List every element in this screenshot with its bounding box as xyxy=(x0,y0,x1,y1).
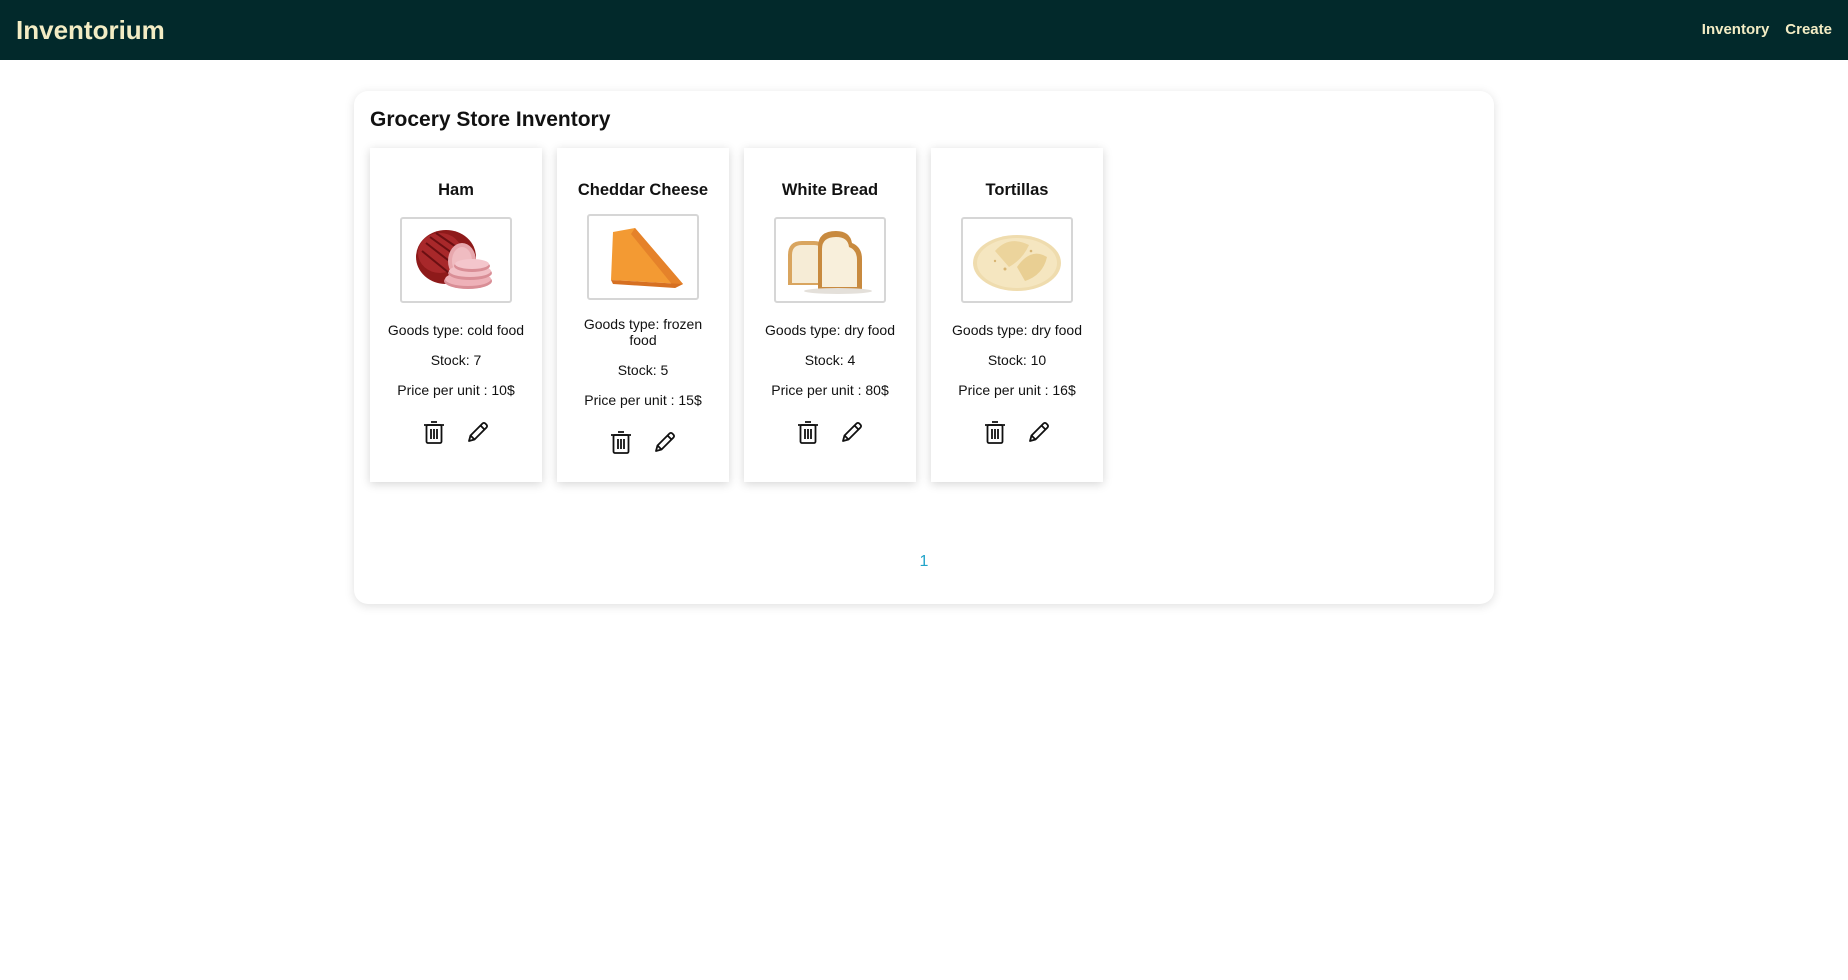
product-image-white-bread xyxy=(774,217,886,303)
inventory-panel: Grocery Store Inventory Ham Goods type: … xyxy=(354,91,1494,604)
pencil-icon[interactable] xyxy=(1026,419,1052,445)
product-image-cheddar-cheese xyxy=(587,214,699,300)
unit-price: Price per unit : 10$ xyxy=(397,382,515,398)
goods-type: Goods type: cold food xyxy=(387,322,525,338)
stock-count: Stock: 4 xyxy=(804,352,856,368)
stock-count: Stock: 7 xyxy=(430,352,482,368)
card-actions xyxy=(982,419,1052,445)
product-name: Cheddar Cheese xyxy=(577,181,709,199)
product-card-white-bread: White Bread Goods type: dry food Stock: … xyxy=(744,148,916,482)
card-actions xyxy=(608,429,678,455)
nav-link-inventory[interactable]: Inventory xyxy=(1702,21,1770,38)
product-card-ham: Ham Goods type: cold food Stock: 7 Price… xyxy=(370,148,542,482)
page-link-1[interactable]: 1 xyxy=(920,553,929,570)
unit-price: Price per unit : 16$ xyxy=(958,382,1076,398)
trash-icon[interactable] xyxy=(608,429,634,455)
card-actions xyxy=(795,419,865,445)
goods-type: Goods type: dry food xyxy=(765,322,895,338)
product-card-tortillas: Tortillas Goods type: dry food Stock: 10… xyxy=(931,148,1103,482)
trash-icon[interactable] xyxy=(421,419,447,445)
pencil-icon[interactable] xyxy=(465,419,491,445)
pencil-icon[interactable] xyxy=(652,429,678,455)
trash-icon[interactable] xyxy=(982,419,1008,445)
pencil-icon[interactable] xyxy=(839,419,865,445)
nav-links: Inventory Create xyxy=(1702,21,1832,38)
pagination: 1 xyxy=(354,553,1494,571)
page-title: Grocery Store Inventory xyxy=(370,108,611,131)
product-name: Ham xyxy=(438,181,474,199)
stock-count: Stock: 5 xyxy=(617,362,669,378)
unit-price: Price per unit : 80$ xyxy=(771,382,889,398)
unit-price: Price per unit : 15$ xyxy=(584,392,702,408)
top-navbar: Inventorium Inventory Create xyxy=(0,0,1848,60)
product-image-ham xyxy=(400,217,512,303)
nav-link-create[interactable]: Create xyxy=(1785,21,1832,38)
product-image-tortillas xyxy=(961,217,1073,303)
goods-type: Goods type: frozen food xyxy=(583,316,703,348)
goods-type: Goods type: dry food xyxy=(952,322,1082,338)
product-name: Tortillas xyxy=(985,181,1049,199)
stock-count: Stock: 10 xyxy=(987,352,1047,368)
trash-icon[interactable] xyxy=(795,419,821,445)
card-actions xyxy=(421,419,491,445)
product-card-cheddar-cheese: Cheddar Cheese Goods type: frozen food S… xyxy=(557,148,729,482)
brand-logo[interactable]: Inventorium xyxy=(16,15,165,46)
product-grid: Ham Goods type: cold food Stock: 7 Price… xyxy=(370,148,1103,482)
product-name: White Bread xyxy=(781,181,879,199)
